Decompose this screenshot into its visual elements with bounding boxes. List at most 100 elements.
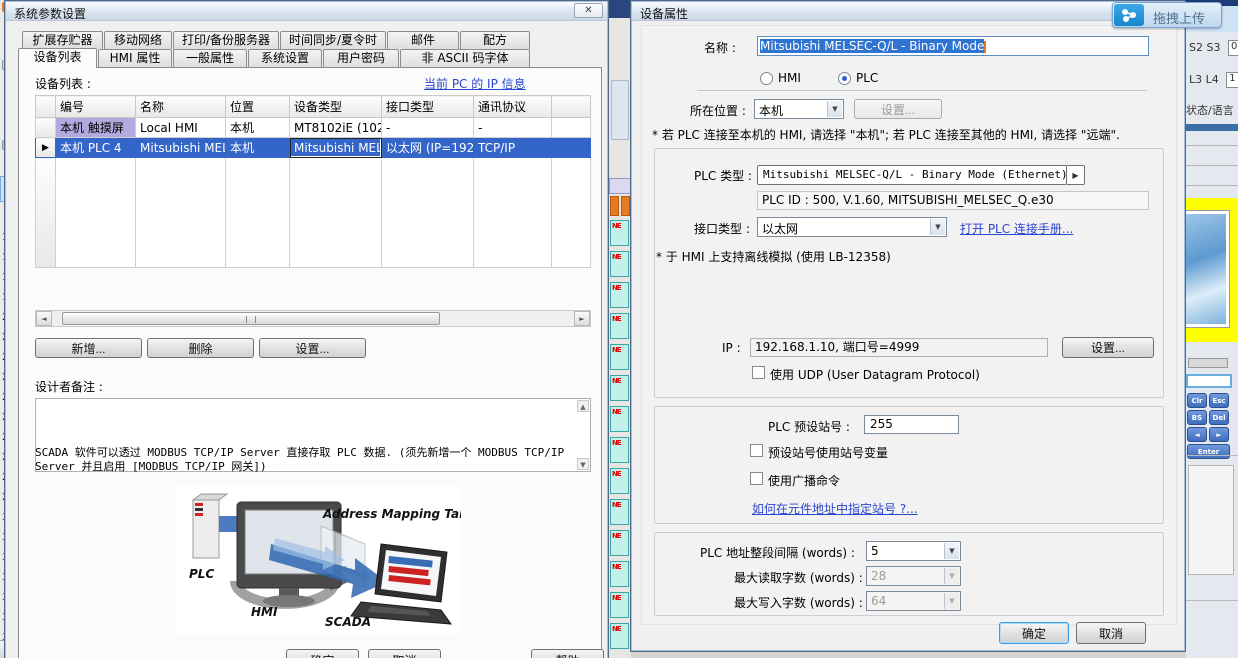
cell-no[interactable]: 本机 PLC 4 bbox=[56, 138, 136, 158]
table-horizontal-scrollbar[interactable]: ◄ ► bbox=[35, 310, 591, 327]
delete-device-button[interactable]: 删除 bbox=[147, 338, 254, 358]
object-list-item[interactable]: NE bbox=[610, 592, 629, 618]
add-device-button[interactable]: 新增... bbox=[35, 338, 142, 358]
tab-non-ascii-fonts[interactable]: 非 ASCII 码字体 bbox=[400, 49, 530, 67]
station-variable-checkbox[interactable] bbox=[750, 444, 763, 457]
tab-cellular[interactable]: 移动网络 bbox=[104, 31, 172, 49]
ok-button[interactable]: 确定 bbox=[286, 649, 359, 658]
current-pc-ip-link[interactable]: 当前 PC 的 IP 信息 bbox=[424, 75, 526, 92]
interface-type-dropdown[interactable]: 以太网 ▼ bbox=[757, 217, 947, 237]
station-help-link[interactable]: 如何在元件地址中指定站号 ?... bbox=[752, 500, 918, 517]
cell-location[interactable]: 本机 bbox=[226, 118, 290, 138]
scrollbar-thumb[interactable] bbox=[62, 312, 440, 325]
cell-protocol[interactable]: TCP/IP bbox=[474, 138, 552, 158]
cell-device-type[interactable]: MT8102iE (102... bbox=[290, 118, 382, 138]
broadcast-checkbox[interactable] bbox=[750, 472, 763, 485]
cell-name[interactable]: Local HMI bbox=[136, 118, 226, 138]
keypad-esc-button[interactable]: Esc bbox=[1209, 393, 1229, 408]
ip-address-field[interactable]: 192.168.1.10, 端口号=4999 bbox=[750, 338, 1048, 357]
device-settings-button[interactable]: 设置... bbox=[259, 338, 366, 358]
cell-location[interactable]: 本机 bbox=[226, 138, 290, 158]
expand-arrow-icon[interactable]: ▶ bbox=[1067, 165, 1085, 185]
object-list-item[interactable]: NE bbox=[610, 437, 629, 463]
cell-device-type-focused[interactable]: Mitsubishi MEL... bbox=[290, 138, 382, 158]
cell-interface[interactable]: 以太网 (IP=192... bbox=[382, 138, 474, 158]
broadcast-label[interactable]: 使用广播命令 bbox=[768, 472, 840, 489]
object-list-item[interactable]: NE bbox=[610, 499, 629, 525]
object-list-item[interactable]: NE bbox=[610, 623, 629, 649]
drag-upload-button[interactable]: 拖拽上传 bbox=[1112, 2, 1222, 28]
device-name-input[interactable]: Mitsubishi MELSEC-Q/L - Binary Mode bbox=[757, 36, 1149, 56]
hmi-radio-label[interactable]: HMI bbox=[778, 71, 801, 85]
hmi-radio[interactable] bbox=[760, 72, 773, 85]
keypad-bs-button[interactable]: BS bbox=[1187, 410, 1207, 425]
keypad-clr-button[interactable]: Clr bbox=[1187, 393, 1207, 408]
tab-time-sync-dst[interactable]: 时间同步/夏令时 bbox=[280, 31, 386, 49]
col-header-no[interactable]: 编号 bbox=[56, 96, 136, 118]
tab-general-properties[interactable]: 一般属性 bbox=[173, 49, 247, 67]
keypad-del-button[interactable]: Del bbox=[1209, 410, 1229, 425]
default-station-input[interactable]: 255 bbox=[864, 415, 959, 434]
cell-protocol[interactable]: - bbox=[474, 118, 552, 138]
object-list-item[interactable]: NE bbox=[610, 561, 629, 587]
table-row-selected[interactable]: ▶ 本机 PLC 4 Mitsubishi MEL... 本机 Mitsubis… bbox=[36, 138, 591, 158]
window-thumbnail[interactable] bbox=[1186, 210, 1230, 328]
tab-print-backup-server[interactable]: 打印/备份服务器 bbox=[173, 31, 279, 49]
tab-email[interactable]: 邮件 bbox=[387, 31, 459, 49]
object-list-item[interactable]: NE bbox=[610, 282, 629, 308]
object-list-item[interactable]: NE bbox=[610, 468, 629, 494]
object-list-item[interactable]: NE bbox=[610, 251, 629, 277]
chevron-down-icon[interactable]: ▼ bbox=[930, 219, 945, 235]
cell-name[interactable]: Mitsubishi MEL... bbox=[136, 138, 226, 158]
tab-device-list[interactable]: 设备列表 bbox=[18, 48, 97, 68]
dialog-titlebar[interactable]: 设备属性 bbox=[632, 2, 1184, 21]
plc-radio[interactable] bbox=[838, 72, 851, 85]
object-list-item[interactable]: NE bbox=[610, 344, 629, 370]
object-list-item[interactable]: NE bbox=[610, 406, 629, 432]
table-row[interactable]: 本机 触摸屏 Local HMI 本机 MT8102iE (102... - - bbox=[36, 118, 591, 138]
object-list-item[interactable]: NE bbox=[610, 313, 629, 339]
cell-interface[interactable]: - bbox=[382, 118, 474, 138]
station-variable-label[interactable]: 预设站号使用站号变量 bbox=[768, 444, 888, 461]
location-dropdown[interactable]: 本机 ▼ bbox=[754, 99, 844, 119]
tab-user-password[interactable]: 用户密码 bbox=[323, 49, 399, 67]
col-header-protocol[interactable]: 通讯协议 bbox=[474, 96, 552, 118]
col-header-location[interactable]: 位置 bbox=[226, 96, 290, 118]
tab-system-settings[interactable]: 系统设置 bbox=[248, 49, 322, 67]
cancel-button[interactable]: 取消 bbox=[1076, 622, 1146, 644]
keypad-left-button[interactable]: ◄ bbox=[1187, 427, 1207, 442]
location-settings-button[interactable]: 设置... bbox=[854, 99, 942, 119]
scroll-right-icon[interactable]: ► bbox=[574, 311, 590, 326]
udp-checkbox-label[interactable]: 使用 UDP (User Datagram Protocol) bbox=[770, 366, 980, 383]
cell-no[interactable]: 本机 触摸屏 bbox=[56, 118, 136, 138]
keypad-input[interactable] bbox=[1186, 374, 1232, 388]
col-header-name[interactable]: 名称 bbox=[136, 96, 226, 118]
close-icon[interactable]: ✕ bbox=[574, 3, 603, 18]
max-read-dropdown[interactable]: 28 ▼ bbox=[866, 566, 961, 586]
ip-settings-button[interactable]: 设置... bbox=[1062, 337, 1154, 358]
col-header-device-type[interactable]: 设备类型 bbox=[290, 96, 382, 118]
help-button[interactable]: 帮助 bbox=[531, 649, 604, 658]
ok-button[interactable]: 确定 bbox=[999, 622, 1069, 644]
plc-radio-label[interactable]: PLC bbox=[856, 71, 878, 85]
dialog-titlebar[interactable]: 系统参数设置 ✕ bbox=[6, 2, 607, 21]
plc-manual-link[interactable]: 打开 PLC 连接手册... bbox=[960, 220, 1073, 237]
object-list-item[interactable]: NE bbox=[610, 220, 629, 246]
col-header-interface[interactable]: 接口类型 bbox=[382, 96, 474, 118]
cancel-button[interactable]: 取消 bbox=[368, 649, 441, 658]
interval-dropdown[interactable]: 5 ▼ bbox=[866, 541, 961, 561]
object-list-item[interactable]: NE bbox=[610, 375, 629, 401]
language-value-field[interactable]: 1 bbox=[1226, 72, 1238, 88]
object-list-item[interactable]: NE bbox=[610, 530, 629, 556]
state-value-field[interactable]: 0 bbox=[1228, 40, 1238, 56]
udp-checkbox[interactable] bbox=[752, 366, 765, 379]
scroll-left-icon[interactable]: ◄ bbox=[36, 311, 52, 326]
scroll-up-icon[interactable]: ▲ bbox=[577, 400, 589, 412]
keypad-right-button[interactable]: ► bbox=[1209, 427, 1229, 442]
tab-recipe[interactable]: 配方 bbox=[460, 31, 530, 49]
tab-extended-memory[interactable]: 扩展存贮器 bbox=[22, 31, 103, 49]
chevron-down-icon[interactable]: ▼ bbox=[944, 543, 959, 559]
keypad-enter-button[interactable]: Enter bbox=[1187, 444, 1230, 459]
plc-type-button[interactable]: Mitsubishi MELSEC-Q/L - Binary Mode (Eth… bbox=[757, 165, 1067, 185]
chevron-down-icon[interactable]: ▼ bbox=[827, 101, 842, 117]
